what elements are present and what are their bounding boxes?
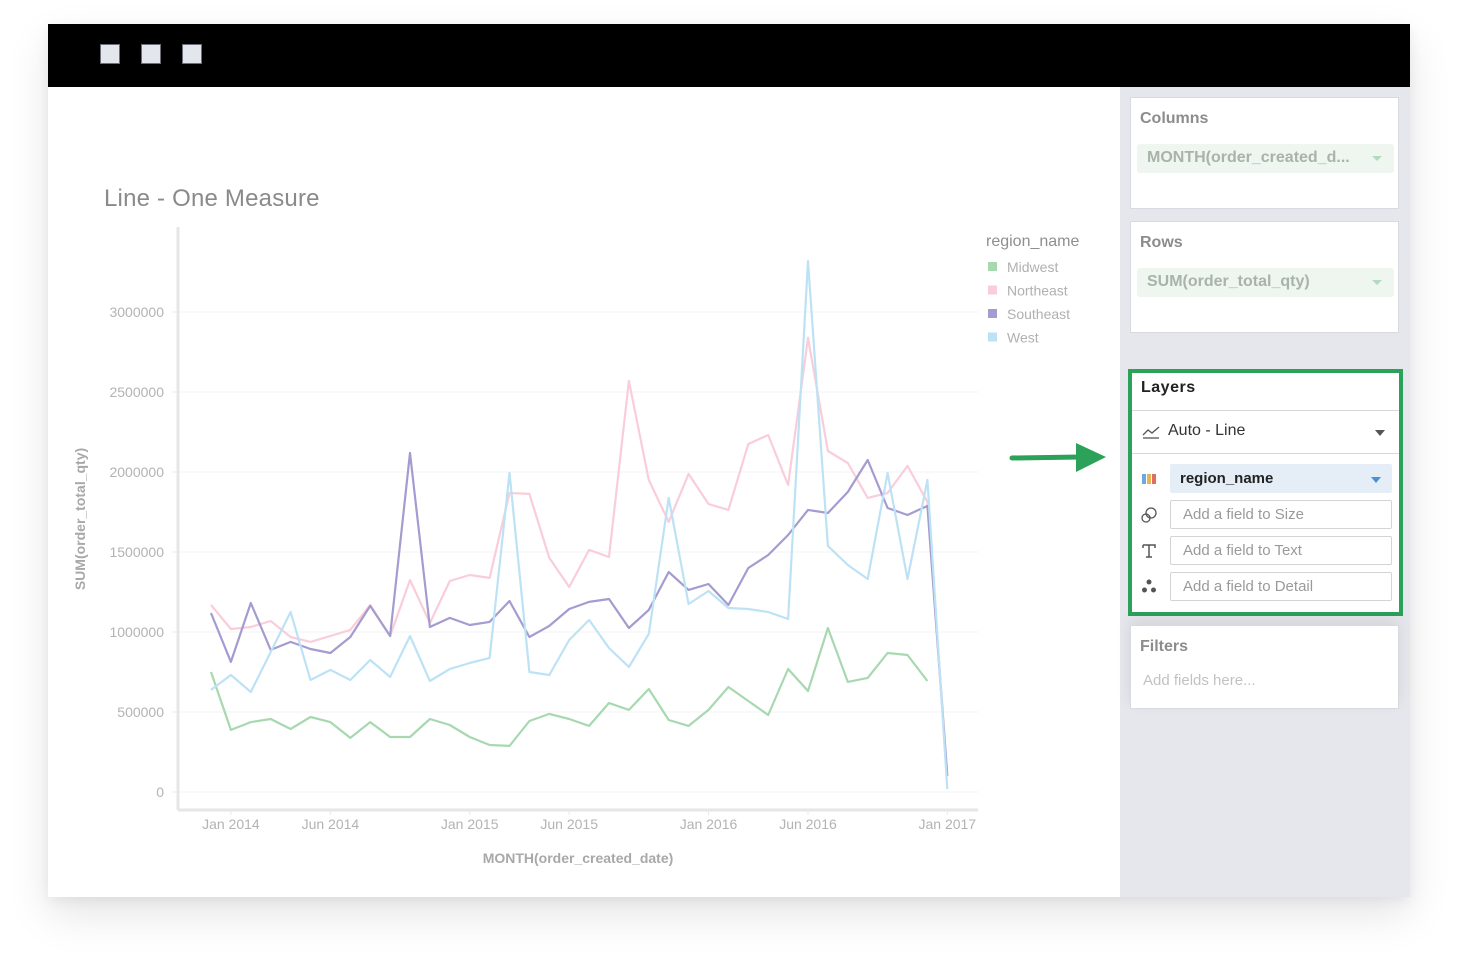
x-tick-label: Jan 2015 <box>441 816 499 832</box>
legend-swatch <box>988 262 997 271</box>
x-tick-label: Jan 2016 <box>680 816 738 832</box>
legend-item-label: Northeast <box>1007 283 1068 299</box>
x-axis-ticks: Jan 2014 Jun 2014 Jan 2015 Jun 2015 Jan 2016… <box>202 810 976 832</box>
detail-encoding-row: Add a field to Detail <box>1132 572 1399 602</box>
rows-title: Rows <box>1140 234 1183 251</box>
columns-field-pill[interactable]: MONTH(order_created_d... <box>1137 144 1394 173</box>
series-lines <box>209 259 949 790</box>
columns-panel: Columns MONTH(order_created_d... <box>1130 97 1399 209</box>
legend-item-label: West <box>1007 330 1039 346</box>
text-icon <box>1142 544 1156 558</box>
color-palette-icon <box>1142 474 1156 484</box>
detail-icon <box>1142 579 1156 593</box>
chart-title: Line - One Measure <box>104 185 320 212</box>
x-axis-title: MONTH(order_created_date) <box>483 850 674 866</box>
line-chart-icon <box>1142 426 1160 439</box>
y-tick-label: 1000000 <box>109 624 164 640</box>
rows-field-label: SUM(order_total_qty) <box>1147 273 1310 290</box>
filters-dropzone[interactable]: Add fields here... <box>1143 672 1256 689</box>
legend-item-label: Midwest <box>1007 259 1058 275</box>
columns-field-label: MONTH(order_created_d... <box>1147 149 1350 166</box>
y-tick-label: 500000 <box>117 704 164 720</box>
series-line-southeast <box>209 451 949 777</box>
rows-field-pill[interactable]: SUM(order_total_qty) <box>1137 268 1394 297</box>
chevron-down-icon[interactable] <box>1372 280 1382 285</box>
title-bar <box>48 24 1410 87</box>
chart-area: 0 500000 1000000 1500000 2000000 2500000 30000… <box>48 87 1120 897</box>
x-tick-label: Jun 2016 <box>779 816 837 832</box>
rows-panel: Rows SUM(order_total_qty) <box>1130 221 1399 333</box>
y-tick-label: 1500000 <box>109 544 164 560</box>
y-tick-label: 0 <box>156 784 164 800</box>
chevron-down-icon[interactable] <box>1375 430 1385 436</box>
sidebar: Columns MONTH(order_created_d... Rows SU… <box>1120 87 1410 897</box>
divider <box>1132 453 1399 454</box>
x-tick-label: Jan 2014 <box>202 816 260 832</box>
x-tick-label: Jun 2014 <box>302 816 360 832</box>
y-tick-label: 2000000 <box>109 464 164 480</box>
layers-panel: Layers Auto - Line region_name Add a fie… <box>1128 369 1403 616</box>
series-line-northeast <box>210 336 949 776</box>
y-tick-label: 3000000 <box>109 304 164 320</box>
legend-swatch <box>988 332 997 342</box>
color-field-dropdown[interactable]: region_name <box>1170 464 1392 493</box>
y-axis-title: SUM(order_total_qty) <box>72 448 88 590</box>
legend-swatch <box>988 285 997 295</box>
y-axis-ticks: 0 500000 1000000 1500000 2000000 2500000 30000… <box>109 304 164 800</box>
text-field-input[interactable]: Add a field to Text <box>1170 536 1392 565</box>
columns-title: Columns <box>1140 110 1209 127</box>
size-icon <box>1141 507 1157 523</box>
window-button[interactable] <box>141 44 161 64</box>
mark-type-label: Auto - Line <box>1168 422 1246 439</box>
window-button[interactable] <box>182 44 202 64</box>
series-line-west <box>210 259 949 790</box>
color-field-label: region_name <box>1180 470 1274 487</box>
size-encoding-row: Add a field to Size <box>1132 500 1399 530</box>
arrow-annotation-icon <box>1009 443 1106 472</box>
series-line-midwest <box>209 626 929 747</box>
window-button[interactable] <box>100 44 120 64</box>
legend-swatch <box>988 309 997 318</box>
text-encoding-row: Add a field to Text <box>1132 536 1399 566</box>
app-window: 0 500000 1000000 1500000 2000000 2500000 30000… <box>48 24 1410 897</box>
chevron-down-icon[interactable] <box>1372 156 1382 161</box>
legend: region_name Midwest Northeast Southeast Wes… <box>986 233 1080 346</box>
y-tick-label: 2500000 <box>109 384 164 400</box>
detail-field-input[interactable]: Add a field to Detail <box>1170 572 1392 601</box>
size-field-input[interactable]: Add a field to Size <box>1170 500 1392 529</box>
layers-title: Layers <box>1141 379 1196 396</box>
color-encoding-row: region_name <box>1132 464 1399 494</box>
legend-title: region_name <box>986 233 1080 250</box>
x-tick-label: Jun 2015 <box>540 816 598 832</box>
mark-type-dropdown[interactable]: Auto - Line <box>1132 411 1399 453</box>
x-tick-label: Jan 2017 <box>918 816 976 832</box>
filters-title: Filters <box>1140 638 1189 655</box>
chevron-down-icon[interactable] <box>1371 477 1381 483</box>
legend-item-label: Southeast <box>1007 306 1070 322</box>
filters-panel: Filters Add fields here... <box>1130 625 1399 709</box>
